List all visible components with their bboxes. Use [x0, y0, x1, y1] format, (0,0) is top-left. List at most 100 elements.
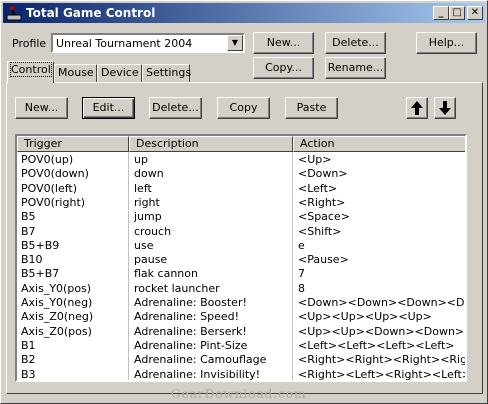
trigger-cell: B1: [21, 338, 36, 352]
trigger-cell: POV0(left): [21, 181, 78, 195]
action-cell: <Right><Left><Right><Left>: [298, 367, 466, 381]
tab-mouse[interactable]: Mouse: [54, 64, 97, 82]
description-cell: flak cannon: [134, 267, 198, 281]
profile-selected-value: Unreal Tournament 2004: [56, 37, 193, 50]
table-row[interactable]: Axis_Y0(pos) rocket launcher 8: [17, 282, 465, 296]
minimize-icon: _: [438, 7, 444, 18]
profile-rename-button[interactable]: Rename...: [325, 57, 386, 79]
profile-copy-button[interactable]: Copy...: [253, 57, 314, 79]
column-header-action[interactable]: Action: [293, 136, 465, 152]
action-cell: <Down><Down><Down><Down>: [298, 296, 465, 309]
chevron-down-icon[interactable]: ▼: [227, 35, 243, 51]
table-row[interactable]: POV0(right) right <Right>: [17, 196, 465, 210]
trigger-cell: Axis_Y0(pos): [21, 281, 92, 295]
title-bar[interactable]: Total Game Control _ □ ✕: [3, 3, 485, 23]
table-row[interactable]: B7 crouch <Shift>: [17, 225, 465, 239]
help-button[interactable]: Help...: [416, 32, 477, 54]
action-cell: <Right><Right><Right><Right>: [298, 353, 465, 367]
tab-control[interactable]: Control: [7, 61, 54, 83]
mapping-new-button[interactable]: New...: [15, 97, 68, 119]
window-title: Total Game Control: [26, 6, 156, 20]
table-row[interactable]: POV0(down) down <Down>: [17, 167, 465, 181]
action-cell: <Pause>: [298, 253, 349, 267]
trigger-cell: Axis_Z0(neg): [21, 310, 94, 324]
mapping-paste-button[interactable]: Paste: [285, 97, 338, 119]
column-header-trigger[interactable]: Trigger: [17, 136, 129, 152]
action-cell: <Up>: [298, 153, 332, 166]
trigger-cell: Axis_Y0(neg): [21, 296, 93, 309]
maximize-button[interactable]: □: [449, 6, 465, 20]
app-window: Total Game Control _ □ ✕ Profile Unreal …: [0, 0, 488, 404]
tab-mouse-label: Mouse: [58, 66, 94, 79]
close-icon: ✕: [470, 7, 480, 18]
action-cell: <Right>: [298, 195, 346, 209]
trigger-cell: Axis_Z0(pos): [21, 324, 92, 338]
action-cell: <Space>: [298, 210, 350, 224]
close-button[interactable]: ✕: [467, 6, 483, 20]
description-cell: use: [134, 238, 154, 252]
mapping-delete-button[interactable]: Delete...: [149, 97, 202, 119]
profile-new-button[interactable]: New...: [253, 32, 314, 54]
tab-settings[interactable]: Settings: [142, 64, 192, 82]
move-down-button[interactable]: [434, 97, 456, 119]
action-cell: <Up><Up><Down><Down>: [298, 324, 465, 338]
minimize-button[interactable]: _: [433, 6, 449, 20]
table-row[interactable]: B3 Adrenaline: Invisibility! <Right><Left>…: [17, 367, 466, 381]
description-cell: Adrenaline: Pint-Size: [134, 338, 248, 352]
description-cell: Adrenaline: Camouflage: [134, 353, 267, 367]
description-cell: left: [134, 181, 152, 195]
trigger-cell: B2: [21, 353, 36, 367]
profile-dropdown[interactable]: Unreal Tournament 2004 ▼: [51, 33, 245, 53]
description-cell: Adrenaline: Invisibility!: [134, 367, 261, 381]
maximize-icon: □: [452, 7, 462, 18]
table-row[interactable]: B5 jump <Space>: [17, 210, 465, 224]
table-row[interactable]: B2 Adrenaline: Camouflage <Right><Right><R…: [17, 353, 465, 367]
tab-settings-label: Settings: [146, 66, 192, 79]
action-cell: e: [298, 238, 305, 252]
action-cell: <Left><Left><Left><Left>: [298, 338, 455, 352]
tab-device-label: Device: [101, 66, 139, 79]
trigger-cell: B5+B7: [21, 267, 60, 281]
table-row[interactable]: B10 pause <Pause>: [17, 253, 465, 267]
description-cell: pause: [134, 253, 168, 267]
column-header-description[interactable]: Description: [129, 136, 293, 152]
action-cell: 7: [298, 267, 305, 281]
table-row[interactable]: POV0(up) up <Up>: [17, 153, 465, 167]
description-cell: Adrenaline: Booster!: [134, 296, 247, 309]
mapping-table[interactable]: Trigger Description Action POV0(up) up <Up…: [15, 134, 467, 382]
mapping-edit-button[interactable]: Edit...: [82, 97, 135, 119]
trigger-cell: POV0(up): [21, 153, 74, 166]
table-row[interactable]: B1 Adrenaline: Pint-Size <Left><Left><Left…: [17, 339, 465, 353]
action-cell: <Shift>: [298, 224, 342, 238]
arrow-up-icon: [411, 101, 423, 115]
table-row[interactable]: POV0(left) left <Left>: [17, 182, 465, 196]
mapping-copy-button[interactable]: Copy: [217, 97, 270, 119]
table-row[interactable]: Axis_Z0(neg) Adrenaline: Speed! <Up><Up><U…: [17, 310, 465, 324]
watermark: GearDownload.com: [171, 387, 307, 401]
table-row[interactable]: Axis_Y0(neg) Adrenaline: Booster! <Down><D…: [17, 296, 465, 310]
description-cell: right: [134, 195, 160, 209]
arrow-down-icon: [439, 101, 451, 115]
action-cell: <Down>: [298, 167, 348, 181]
tab-control-label: Control: [10, 62, 52, 77]
table-row[interactable]: B5+B9 use e: [17, 239, 465, 253]
description-cell: rocket launcher: [134, 281, 220, 295]
profile-delete-button[interactable]: Delete...: [325, 32, 386, 54]
description-cell: jump: [134, 210, 162, 224]
action-cell: 8: [298, 281, 305, 295]
table-header: Trigger Description Action: [17, 136, 465, 152]
description-cell: down: [134, 167, 164, 181]
trigger-cell: B5: [21, 210, 36, 224]
move-up-button[interactable]: [406, 97, 428, 119]
table-row[interactable]: B5+B7 flak cannon 7: [17, 267, 465, 281]
table-row[interactable]: Axis_Z0(pos) Adrenaline: Berserk! <Up><Up>…: [17, 325, 465, 339]
tab-device[interactable]: Device: [97, 64, 142, 82]
trigger-cell: POV0(down): [21, 167, 89, 181]
joystick-icon: [6, 6, 22, 21]
action-cell: <Left>: [298, 181, 338, 195]
trigger-cell: B3: [21, 367, 36, 381]
action-cell: <Up><Up><Up><Up>: [298, 310, 432, 324]
trigger-cell: B5+B9: [21, 238, 60, 252]
description-cell: crouch: [134, 224, 172, 238]
trigger-cell: B7: [21, 224, 36, 238]
